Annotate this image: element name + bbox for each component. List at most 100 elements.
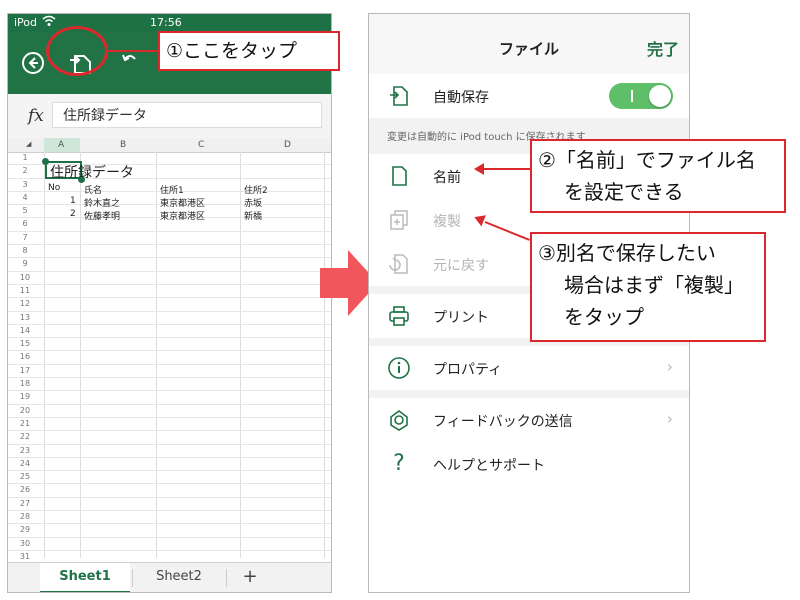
grid-row[interactable]: 11 xyxy=(8,285,331,299)
grid-row[interactable]: 19 xyxy=(8,391,331,405)
row-number[interactable]: 1 xyxy=(12,153,38,162)
grid-row[interactable]: 13 xyxy=(8,312,331,325)
cell-c2[interactable]: 住所1 xyxy=(160,183,184,196)
row-number[interactable]: 4 xyxy=(12,193,38,202)
select-all-corner[interactable]: ◢ xyxy=(26,140,31,148)
grid-row[interactable]: 9 xyxy=(8,258,331,272)
cell-a3[interactable]: 1 xyxy=(70,196,76,206)
tab-sheet2[interactable]: Sheet2 xyxy=(134,563,224,592)
grid-row[interactable]: 29 xyxy=(8,524,331,538)
grid-row[interactable]: 30 xyxy=(8,538,331,551)
spreadsheet-grid[interactable]: ◢ A B C D 1 2 3 4 5 6 7 8 9 10 11 12 13 14 15 16 17 18 19 2… xyxy=(8,138,331,565)
menu-item-properties[interactable]: プロパティ › xyxy=(369,346,689,391)
row-number[interactable]: 14 xyxy=(12,326,38,335)
cell-c3[interactable]: 東京都港区 xyxy=(160,196,205,209)
row-number[interactable]: 17 xyxy=(12,366,38,375)
row-number[interactable]: 15 xyxy=(12,339,38,348)
callout-step3: ③別名で保存したい 場合はまず「複製」 をタップ xyxy=(530,232,766,342)
column-header-d[interactable]: D xyxy=(284,140,291,150)
grid-row[interactable]: 17 xyxy=(8,365,331,379)
cell-d4[interactable]: 新橋 xyxy=(244,209,262,222)
column-header-b[interactable]: B xyxy=(120,140,126,150)
row-number[interactable]: 5 xyxy=(12,206,38,215)
grid-row[interactable]: 7 xyxy=(8,232,331,246)
cell-d2[interactable]: 住所2 xyxy=(244,183,268,196)
grid-row[interactable]: 10 xyxy=(8,272,331,285)
cell-b4[interactable]: 佐藤孝明 xyxy=(84,209,120,222)
grid-row[interactable]: 22 xyxy=(8,431,331,445)
callout-step3-line3: をタップ xyxy=(564,305,644,329)
cell-a4[interactable]: 2 xyxy=(70,209,76,219)
row-number[interactable]: 19 xyxy=(12,392,38,401)
grid-row[interactable]: 27 xyxy=(8,498,331,512)
callout-step2: ②「名前」でファイル名 を設定できる xyxy=(530,139,786,213)
row-number[interactable]: 12 xyxy=(12,299,38,308)
grid-row[interactable]: 26 xyxy=(8,484,331,498)
row-number[interactable]: 23 xyxy=(12,446,38,455)
row-number[interactable]: 16 xyxy=(12,352,38,361)
menu-item-revert-label: 元に戻す xyxy=(433,258,489,274)
grid-row[interactable]: 16 xyxy=(8,351,331,365)
row-number[interactable]: 28 xyxy=(12,512,38,521)
row-number[interactable]: 22 xyxy=(12,432,38,441)
row-number[interactable]: 31 xyxy=(12,552,38,561)
grid-row[interactable]: 23 xyxy=(8,445,331,458)
cell-c4[interactable]: 東京都港区 xyxy=(160,209,205,222)
row-number[interactable]: 21 xyxy=(12,419,38,428)
grid-row[interactable]: 8 xyxy=(8,245,331,259)
grid-row[interactable]: 12 xyxy=(8,298,331,312)
row-number[interactable]: 8 xyxy=(12,246,38,255)
column-header-c[interactable]: C xyxy=(198,140,204,150)
row-number[interactable]: 20 xyxy=(12,406,38,415)
grid-row[interactable]: 21 xyxy=(8,418,331,432)
page-title: ファイル xyxy=(498,40,559,58)
autosave-row[interactable]: 自動保存 xyxy=(369,74,689,119)
nav-bar: ファイル 完了 xyxy=(369,14,689,75)
grid-row[interactable]: 15 xyxy=(8,338,331,352)
row-number[interactable]: 6 xyxy=(12,219,38,228)
row-number[interactable]: 13 xyxy=(12,313,38,322)
carrier-label: iPod xyxy=(14,16,38,29)
row-number[interactable]: 29 xyxy=(12,525,38,534)
callout-pointer-line xyxy=(482,168,532,170)
grid-row[interactable]: 18 xyxy=(8,378,331,392)
column-header-a[interactable]: A xyxy=(58,140,64,150)
back-button[interactable] xyxy=(22,52,44,74)
grid-row[interactable]: 28 xyxy=(8,511,331,525)
row-number[interactable]: 30 xyxy=(12,539,38,548)
row-number[interactable]: 3 xyxy=(12,180,38,189)
grid-row[interactable]: 25 xyxy=(8,471,331,485)
grid-row[interactable]: 24 xyxy=(8,458,331,472)
menu-item-feedback[interactable]: フィードバックの送信 › xyxy=(369,398,689,443)
cell-d3[interactable]: 赤坂 xyxy=(244,196,262,209)
autosave-toggle[interactable] xyxy=(609,83,673,109)
row-number[interactable]: 2 xyxy=(12,166,38,175)
feedback-icon xyxy=(387,408,411,432)
menu-item-help[interactable]: ? ヘルプとサポート xyxy=(369,442,689,486)
arrowhead-icon xyxy=(474,163,484,175)
formula-input[interactable]: 住所録データ xyxy=(52,102,322,128)
row-number[interactable]: 9 xyxy=(12,259,38,268)
row-number[interactable]: 25 xyxy=(12,472,38,481)
row-number[interactable]: 18 xyxy=(12,379,38,388)
grid-row[interactable]: 20 xyxy=(8,405,331,418)
cell-a1[interactable]: 住所録データ xyxy=(50,162,134,182)
add-sheet-button[interactable]: + xyxy=(228,563,272,592)
row-number[interactable]: 11 xyxy=(12,286,38,295)
grid-row[interactable]: 14 xyxy=(8,325,331,339)
row-number[interactable]: 7 xyxy=(12,233,38,242)
menu-item-name-label: 名前 xyxy=(433,170,461,186)
toggle-on-mark xyxy=(631,90,633,102)
formula-bar: fx 住所録データ xyxy=(8,94,331,139)
cell-b2[interactable]: 氏名 xyxy=(84,183,102,196)
tab-sheet1[interactable]: Sheet1 xyxy=(40,563,130,592)
cell-a2[interactable]: No xyxy=(48,183,60,193)
selection-handle[interactable] xyxy=(42,158,49,165)
cell-b3[interactable]: 鈴木直之 xyxy=(84,196,120,209)
row-number[interactable]: 26 xyxy=(12,485,38,494)
row-number[interactable]: 10 xyxy=(12,273,38,282)
done-button[interactable]: 完了 xyxy=(647,36,679,60)
row-number[interactable]: 27 xyxy=(12,499,38,508)
undo-icon[interactable] xyxy=(120,50,140,75)
row-number[interactable]: 24 xyxy=(12,459,38,468)
